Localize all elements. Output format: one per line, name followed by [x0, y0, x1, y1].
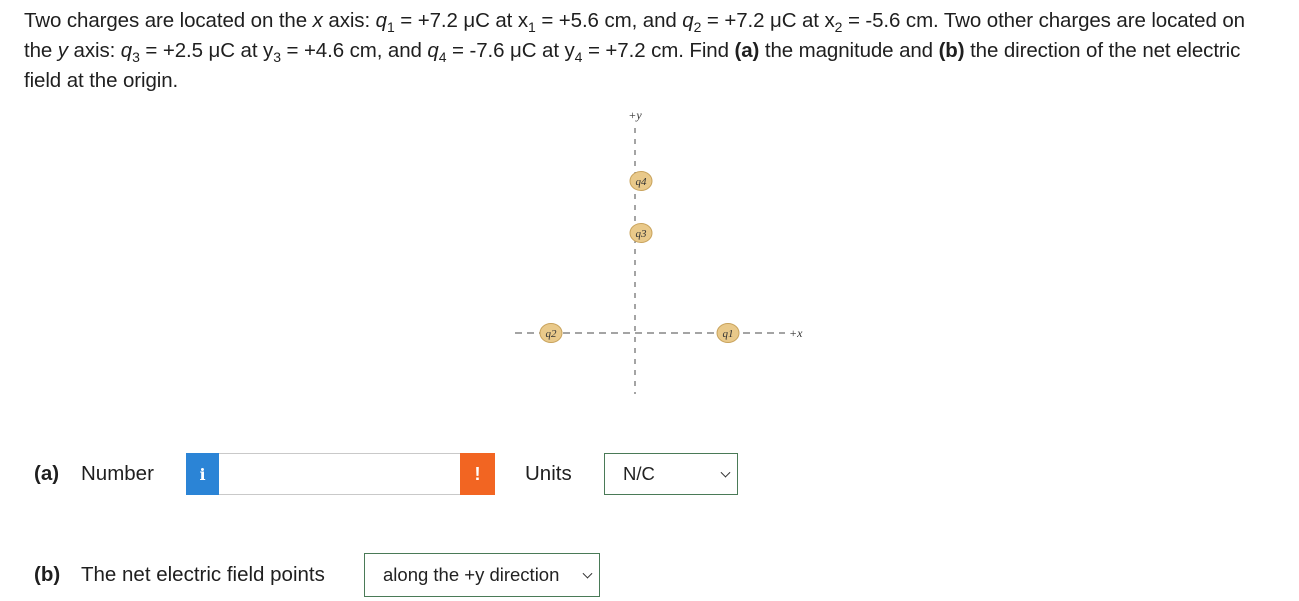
chevron-down-icon: [582, 568, 593, 579]
problem-text: axis:: [322, 9, 376, 32]
number-input[interactable]: [219, 453, 460, 495]
part-b-label: (b): [34, 563, 61, 586]
part-b-row: (b) The net electric field points along …: [34, 552, 600, 598]
problem-text: axis:: [67, 39, 121, 62]
problem-text: = -7.6 μC at y: [446, 39, 575, 62]
problem-text: = +7.2 μC at x: [394, 9, 529, 32]
problem-subscript: 1: [386, 19, 395, 36]
problem-var: x: [312, 9, 323, 32]
number-label: Number: [81, 462, 154, 485]
part-a-marker: (a): [734, 39, 760, 62]
part-a-row: (a) Number i ! Units N/C: [34, 452, 738, 496]
charge-q2: q2: [539, 323, 563, 343]
problem-var: q: [427, 39, 439, 62]
part-a-label: (a): [34, 462, 60, 485]
problem-subscript: 3: [132, 49, 140, 66]
problem-subscript: 1: [528, 19, 536, 36]
problem-text: = +5.6 cm, and: [535, 9, 683, 32]
charge-label-q4: q4: [636, 176, 648, 188]
units-selected-value: N/C: [623, 463, 655, 484]
charge-q4: q4: [629, 171, 653, 191]
y-axis-label: +y: [628, 108, 642, 122]
warning-icon[interactable]: !: [460, 453, 495, 495]
charge-label-q2: q2: [546, 328, 558, 340]
charge-diagram: +y +x q4 q3 q2 q1: [505, 104, 805, 404]
units-label: Units: [525, 462, 572, 485]
problem-text: = +7.2 cm. Find: [582, 39, 735, 62]
problem-text: Two charges are located on the: [24, 9, 313, 32]
charge-q3: q3: [629, 223, 653, 243]
charge-label-q1: q1: [723, 328, 734, 340]
axes-figure: +y +x q4 q3 q2 q1: [515, 108, 803, 394]
charge-label-q3: q3: [636, 228, 648, 240]
direction-select[interactable]: along the +y direction: [364, 553, 600, 597]
chevron-down-icon: [720, 467, 731, 478]
part-b-marker: (b): [938, 39, 965, 62]
problem-statement: Two charges are located on the x axis: q…: [24, 6, 1276, 96]
problem-subscript: 3: [273, 49, 281, 66]
problem-var: q: [375, 9, 387, 32]
problem-text: = +7.2 μC at x: [701, 9, 835, 32]
problem-var: q: [120, 39, 133, 62]
units-select[interactable]: N/C: [604, 453, 738, 495]
problem-var: q: [682, 9, 694, 32]
info-icon[interactable]: i: [186, 453, 219, 495]
charge-q1: q1: [716, 323, 740, 343]
problem-text: = +2.5 μC at y: [139, 39, 274, 62]
x-axis-label: +x: [789, 326, 803, 340]
direction-selected-value: along the +y direction: [383, 564, 560, 585]
direction-label: The net electric field points: [81, 563, 325, 586]
problem-text: the magnitude and: [759, 39, 939, 62]
problem-text: = +4.6 cm, and: [280, 39, 428, 62]
problem-var: y: [57, 39, 68, 62]
